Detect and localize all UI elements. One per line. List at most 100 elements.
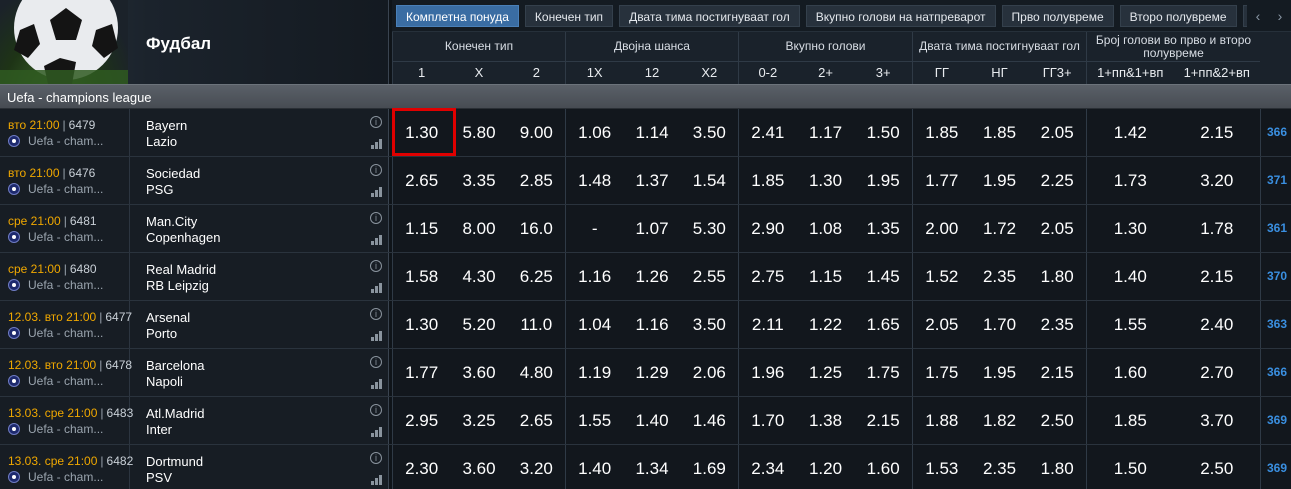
odd-button[interactable]: 3.70 (1174, 397, 1261, 444)
odd-button[interactable]: 1.85 (1087, 397, 1174, 444)
odd-button[interactable]: 1.69 (681, 445, 738, 489)
more-bets-link[interactable]: 361 (1260, 205, 1291, 252)
odd-button[interactable]: 1.38 (797, 397, 855, 444)
odd-button[interactable]: 1.07 (623, 205, 680, 252)
odd-button[interactable]: 9.00 (508, 109, 565, 156)
odd-button[interactable]: 1.52 (913, 253, 971, 300)
odd-button[interactable]: 2.30 (393, 445, 450, 489)
odd-button[interactable]: 3.20 (508, 445, 565, 489)
odd-button[interactable]: 2.15 (1174, 253, 1261, 300)
odd-button[interactable]: 1.50 (1087, 445, 1174, 489)
odd-button[interactable]: 2.50 (1174, 445, 1261, 489)
odd-button[interactable]: 1.16 (623, 301, 680, 348)
odd-button[interactable]: 1.72 (971, 205, 1029, 252)
statistics-icon[interactable] (371, 283, 382, 293)
odd-button[interactable]: 2.35 (971, 445, 1029, 489)
odd-button[interactable]: 8.00 (450, 205, 507, 252)
odd-button[interactable]: 1.15 (797, 253, 855, 300)
odd-button[interactable]: 1.55 (566, 397, 623, 444)
odd-button[interactable]: 1.15 (393, 205, 450, 252)
statistics-icon[interactable] (371, 427, 382, 437)
odd-button[interactable]: 2.05 (1028, 205, 1086, 252)
odd-button[interactable]: 2.00 (913, 205, 971, 252)
odd-button[interactable]: 1.53 (913, 445, 971, 489)
more-bets-link[interactable]: 369 (1260, 397, 1291, 444)
odd-button[interactable]: 6.25 (508, 253, 565, 300)
odd-button[interactable]: 5.20 (450, 301, 507, 348)
odd-button[interactable]: 2.11 (739, 301, 797, 348)
match-info[interactable]: сре 21:00 | 6481 Uefa - cham... Man.City Cope… (0, 205, 389, 252)
odd-button[interactable]: 1.85 (913, 109, 971, 156)
statistics-icon[interactable] (371, 331, 382, 341)
odd-button[interactable]: 1.95 (971, 157, 1029, 204)
match-info[interactable]: вто 21:00 | 6476 Uefa - cham... Sociedad PSG i (0, 157, 389, 204)
odd-button[interactable]: 2.85 (508, 157, 565, 204)
odd-button[interactable]: - (566, 205, 623, 252)
odd-button[interactable]: 1.40 (566, 445, 623, 489)
odd-button[interactable]: 1.37 (623, 157, 680, 204)
odd-button[interactable]: 3.50 (681, 109, 738, 156)
odd-button[interactable]: 1.30 (393, 301, 450, 348)
odd-button[interactable]: 1.29 (623, 349, 680, 396)
info-icon[interactable]: i (370, 164, 382, 176)
odd-button[interactable]: 2.25 (1028, 157, 1086, 204)
statistics-icon[interactable] (371, 139, 382, 149)
odd-button[interactable]: 2.35 (1028, 301, 1086, 348)
odd-button[interactable]: 2.34 (739, 445, 797, 489)
odd-button[interactable]: 1.42 (1087, 109, 1174, 156)
odd-button[interactable]: 11.0 (508, 301, 565, 348)
odd-button[interactable]: 1.30 (797, 157, 855, 204)
odd-button[interactable]: 2.75 (739, 253, 797, 300)
odd-button[interactable]: 2.05 (913, 301, 971, 348)
odd-button[interactable]: 4.80 (508, 349, 565, 396)
match-info[interactable]: вто 21:00 | 6479 Uefa - cham... Bayern Lazio i (0, 109, 389, 156)
odd-button[interactable]: 1.35 (854, 205, 912, 252)
info-icon[interactable]: i (370, 260, 382, 272)
odd-button[interactable]: 4.30 (450, 253, 507, 300)
statistics-icon[interactable] (371, 379, 382, 389)
odd-button[interactable]: 1.65 (854, 301, 912, 348)
odd-button[interactable]: 1.34 (623, 445, 680, 489)
odd-button[interactable]: 1.40 (623, 397, 680, 444)
odd-button[interactable]: 3.35 (450, 157, 507, 204)
chevron-left-icon[interactable]: ‹ (1256, 8, 1261, 24)
odd-button[interactable]: 2.65 (393, 157, 450, 204)
info-icon[interactable]: i (370, 452, 382, 464)
info-icon[interactable]: i (370, 404, 382, 416)
statistics-icon[interactable] (371, 235, 382, 245)
odd-button[interactable]: 1.80 (1028, 445, 1086, 489)
odd-button[interactable]: 1.45 (854, 253, 912, 300)
tab-4[interactable]: Прво полувреме (1001, 4, 1114, 27)
odd-button[interactable]: 1.14 (623, 109, 680, 156)
odd-button[interactable]: 1.30 (1087, 205, 1174, 252)
info-icon[interactable]: i (370, 356, 382, 368)
odd-button[interactable]: 2.15 (854, 397, 912, 444)
odd-button[interactable]: 3.20 (1174, 157, 1261, 204)
odd-button[interactable]: 1.06 (566, 109, 623, 156)
odd-button[interactable]: 2.40 (1174, 301, 1261, 348)
match-info[interactable]: 13.03. сре 21:00 | 6483 Uefa - cham... Atl.M… (0, 397, 389, 444)
chevron-right-icon[interactable]: › (1278, 8, 1283, 24)
odd-button[interactable]: 1.17 (797, 109, 855, 156)
odd-button[interactable]: 2.90 (739, 205, 797, 252)
odd-button[interactable]: 1.95 (854, 157, 912, 204)
odd-button[interactable]: 1.58 (393, 253, 450, 300)
odd-button[interactable]: 1.40 (1087, 253, 1174, 300)
odd-button[interactable]: 3.25 (450, 397, 507, 444)
odd-button[interactable]: 2.15 (1028, 349, 1086, 396)
odd-button[interactable]: 3.50 (681, 301, 738, 348)
odd-button[interactable]: 1.77 (913, 157, 971, 204)
odd-button[interactable]: 1.26 (623, 253, 680, 300)
odd-button[interactable]: 1.78 (1174, 205, 1261, 252)
odd-button[interactable]: 1.70 (971, 301, 1029, 348)
odd-button[interactable]: 1.46 (681, 397, 738, 444)
odd-button[interactable]: 2.65 (508, 397, 565, 444)
odd-button[interactable]: 1.20 (797, 445, 855, 489)
tab-1[interactable]: Конечен тип (524, 4, 614, 27)
odd-button[interactable]: 1.48 (566, 157, 623, 204)
odd-button[interactable]: 2.55 (681, 253, 738, 300)
odd-button[interactable]: 1.60 (1087, 349, 1174, 396)
odd-button[interactable]: 2.95 (393, 397, 450, 444)
statistics-icon[interactable] (371, 475, 382, 485)
odd-button[interactable]: 1.82 (971, 397, 1029, 444)
